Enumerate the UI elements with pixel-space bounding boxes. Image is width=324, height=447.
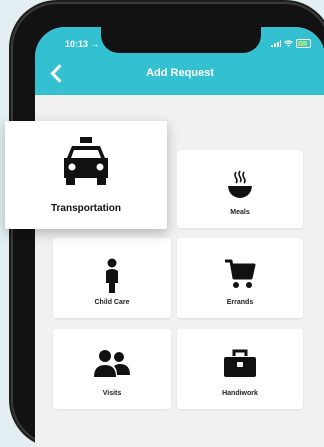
child-icon: [106, 258, 118, 293]
category-label: Meals: [230, 209, 250, 216]
category-handiwork[interactable]: Handiwork: [177, 329, 303, 409]
people-icon: [94, 350, 130, 377]
category-child-care[interactable]: Child Care: [53, 238, 171, 318]
category-label: Visits: [102, 390, 122, 397]
battery-icon: [296, 39, 311, 48]
page-title: Add Request: [146, 67, 214, 79]
category-label: Errands: [226, 299, 254, 306]
toolbox-icon: [224, 349, 256, 377]
app-header: 10:13 → Add Request: [35, 27, 324, 95]
category-label: Transportation: [50, 203, 121, 214]
category-visits[interactable]: Visits: [53, 329, 171, 409]
category-label: Handiwork: [222, 390, 258, 397]
bowl-icon: [228, 170, 252, 198]
app-screen: 10:13 → Add Request Meals Child Care Err…: [35, 27, 324, 447]
category-meals[interactable]: Meals: [177, 150, 303, 228]
category-transportation[interactable]: Transportation: [5, 121, 167, 229]
category-errands[interactable]: Errands: [177, 238, 303, 318]
status-time: 10:13 →: [65, 39, 100, 49]
phone-notch: [101, 27, 261, 53]
status-icons: [271, 39, 311, 48]
taxi-icon: [64, 137, 108, 185]
wifi-icon: [284, 40, 293, 47]
category-label: Child Care: [94, 299, 130, 306]
shopping-cart-icon: [225, 259, 256, 288]
signal-icon: [271, 40, 281, 47]
